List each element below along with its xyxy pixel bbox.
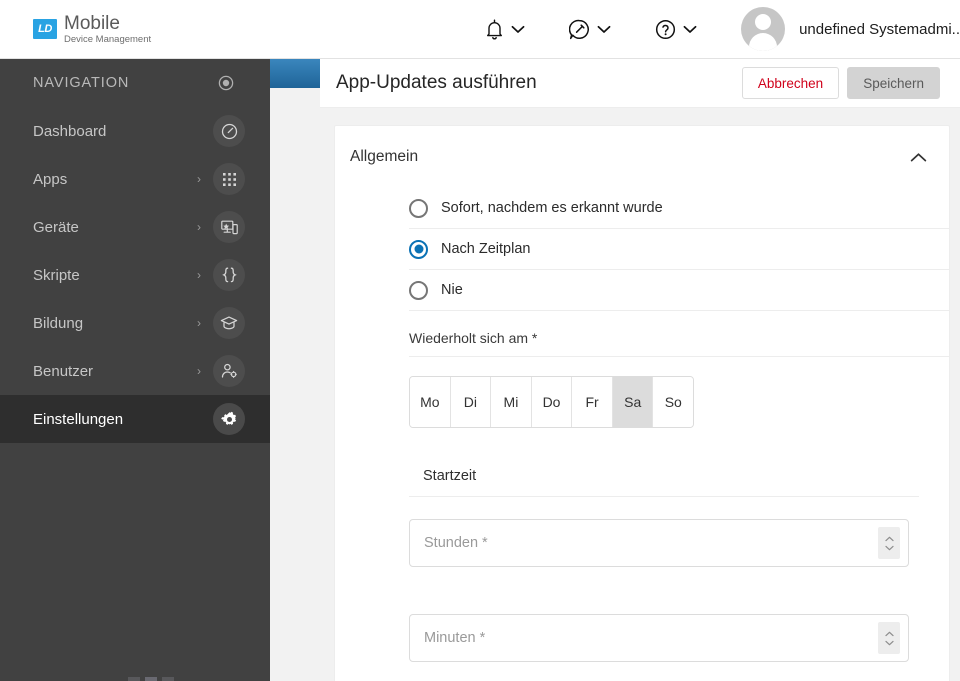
- avatar: [741, 7, 786, 51]
- schedule-option-never[interactable]: Nie: [409, 270, 949, 311]
- graduation-cap-icon: [213, 307, 245, 339]
- chevron-right-icon: ›: [197, 316, 201, 330]
- minutes-input-placeholder: Minuten *: [424, 630, 486, 646]
- braces-icon: [213, 259, 245, 291]
- notifications-menu[interactable]: [485, 19, 525, 40]
- chevron-down-icon: [597, 25, 611, 34]
- minutes-stepper[interactable]: [878, 622, 900, 654]
- sidebar-item-label: Bildung: [33, 314, 84, 332]
- schedule-option-label: Sofort, nachdem es erkannt wurde: [441, 200, 663, 216]
- weekday-sa[interactable]: Sa: [612, 377, 654, 427]
- sidebar-heading-row: NAVIGATION: [0, 59, 270, 107]
- stepper-up-icon[interactable]: [884, 536, 894, 542]
- help-menu[interactable]: [655, 19, 697, 40]
- brand-tagline: Device Management: [64, 33, 152, 45]
- user-menu[interactable]: undefined Systemadmi..: [741, 7, 960, 51]
- feedback-menu[interactable]: [569, 19, 611, 40]
- sliver-3: [162, 677, 174, 681]
- stepper-down-icon[interactable]: [884, 640, 894, 646]
- radio-scheduled[interactable]: [409, 239, 428, 259]
- chevron-up-icon[interactable]: [910, 152, 927, 163]
- start-time-label-row: Startzeit: [409, 456, 949, 496]
- general-section-header[interactable]: Allgemein: [335, 126, 949, 188]
- top-bar: LD Mobile Device Management undefined Sy…: [0, 0, 960, 59]
- cancel-button[interactable]: Abbrechen: [741, 67, 840, 99]
- sidebar-item-label: Dashboard: [33, 122, 107, 140]
- stepper-up-icon[interactable]: [884, 631, 894, 637]
- content-panel: App-Updates ausführen Abbrechen Speicher…: [320, 59, 960, 681]
- schedule-option-label: Nie: [441, 282, 463, 298]
- general-section-card: Allgemein Sofort, nachdem es erkannt wur…: [334, 125, 950, 681]
- repeat-label: Wiederholt sich am *: [409, 329, 538, 346]
- chevron-right-icon: ›: [197, 220, 201, 234]
- sidebar: NAVIGATION Dashboard Apps › Geräte › Skr…: [0, 59, 270, 681]
- weekday-mo[interactable]: Mo: [410, 377, 451, 427]
- chevron-right-icon: ›: [197, 364, 201, 378]
- sidebar-item-benutzer[interactable]: Benutzer ›: [0, 347, 270, 395]
- chevron-right-icon: ›: [197, 268, 201, 282]
- content-gutter: [270, 88, 320, 681]
- user-name-label: undefined Systemadmi..: [799, 20, 960, 38]
- hours-input-placeholder: Stunden *: [424, 535, 488, 551]
- minutes-input[interactable]: Minuten *: [409, 614, 909, 662]
- brand-name: Mobile: [64, 12, 120, 34]
- weekday-toggle-group: Mo Di Mi Do Fr Sa So: [409, 376, 694, 428]
- sidebar-heading: NAVIGATION: [33, 75, 130, 91]
- weekday-do[interactable]: Do: [531, 377, 573, 427]
- chevron-down-icon: [683, 25, 697, 34]
- save-button[interactable]: Speichern: [847, 67, 940, 99]
- sidebar-item-einstellungen[interactable]: Einstellungen: [0, 395, 270, 443]
- general-form-body: Sofort, nachdem es erkannt wurde Nach Ze…: [335, 188, 949, 662]
- hours-input[interactable]: Stunden *: [409, 519, 909, 567]
- speedometer-icon: [213, 115, 245, 147]
- sidebar-item-apps[interactable]: Apps ›: [0, 155, 270, 203]
- user-settings-icon: [213, 355, 245, 387]
- help-circle-icon: [655, 19, 676, 40]
- weekday-mi[interactable]: Mi: [491, 377, 532, 427]
- start-time-label: Startzeit: [423, 468, 477, 484]
- stepper-down-icon[interactable]: [884, 545, 894, 551]
- gear-icon: [213, 403, 245, 435]
- sidebar-item-bildung[interactable]: Bildung ›: [0, 299, 270, 347]
- weekday-so[interactable]: So: [653, 377, 693, 427]
- weekday-fr[interactable]: Fr: [572, 377, 613, 427]
- chevron-down-icon: [511, 25, 525, 34]
- top-bar-actions: undefined Systemadmi..: [485, 0, 960, 58]
- sidebar-item-label: Apps: [33, 170, 68, 188]
- radio-immediate[interactable]: [409, 198, 428, 218]
- sidebar-item-label: Skripte: [33, 266, 80, 284]
- general-section-title: Allgemein: [350, 148, 419, 165]
- sidebar-item-label: Geräte: [33, 218, 79, 236]
- hours-stepper[interactable]: [878, 527, 900, 559]
- sliver-1: [128, 677, 140, 681]
- sliver-2: [145, 677, 157, 681]
- page-title: App-Updates ausführen: [336, 72, 537, 93]
- brand-logo[interactable]: LD Mobile Device Management: [33, 14, 151, 45]
- target-circle-icon[interactable]: [215, 72, 237, 94]
- radio-never[interactable]: [409, 280, 428, 300]
- brand-badge-icon: LD: [33, 19, 57, 39]
- chat-pencil-icon: [569, 19, 590, 40]
- schedule-option-label: Nach Zeitplan: [441, 241, 531, 257]
- sidebar-item-dashboard[interactable]: Dashboard: [0, 107, 270, 155]
- sidebar-item-skripte[interactable]: Skripte ›: [0, 251, 270, 299]
- brand-text: Mobile Device Management: [64, 14, 151, 45]
- schedule-option-immediate[interactable]: Sofort, nachdem es erkannt wurde: [409, 188, 949, 229]
- chevron-right-icon: ›: [197, 172, 201, 186]
- sidebar-item-label: Benutzer: [33, 362, 94, 380]
- sidebar-footer-decoration: [128, 677, 176, 681]
- start-time-divider: [409, 496, 919, 497]
- schedule-option-scheduled[interactable]: Nach Zeitplan: [409, 229, 949, 270]
- sidebar-item-geraete[interactable]: Geräte ›: [0, 203, 270, 251]
- sidebar-item-label: Einstellungen: [33, 410, 124, 428]
- bell-icon: [485, 19, 504, 40]
- weekday-di[interactable]: Di: [450, 377, 492, 427]
- app-root: LD Mobile Device Management undefined Sy…: [0, 0, 960, 681]
- repeat-label-row: Wiederholt sich am *: [409, 319, 949, 357]
- active-tab-strip: [270, 59, 320, 88]
- grid-apps-icon: [213, 163, 245, 195]
- devices-icon: [213, 211, 245, 243]
- page-header: App-Updates ausführen Abbrechen Speicher…: [320, 59, 960, 108]
